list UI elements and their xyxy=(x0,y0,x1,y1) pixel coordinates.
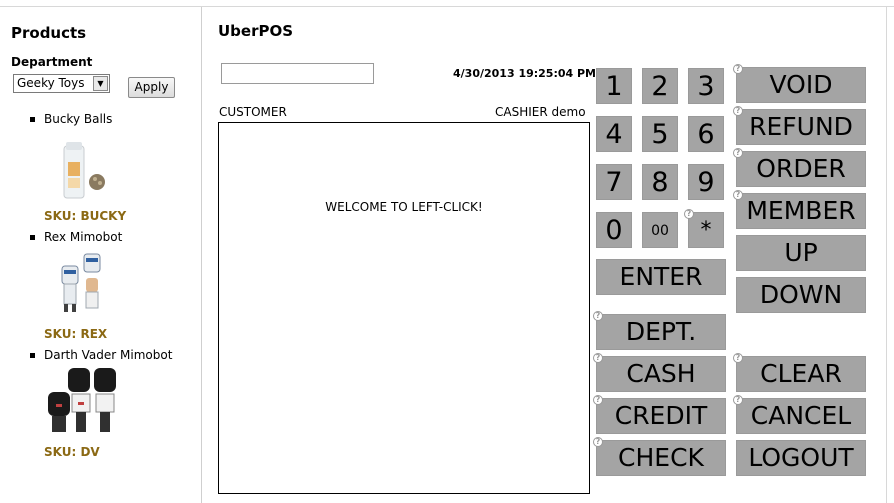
customer-label: CUSTOMER xyxy=(219,105,287,119)
help-icon[interactable]: ? xyxy=(593,311,603,321)
apply-button[interactable]: Apply xyxy=(128,77,175,98)
help-icon[interactable]: ? xyxy=(733,190,743,200)
products-title: Products xyxy=(11,24,87,42)
logout-button[interactable]: LOGOUT xyxy=(736,440,866,476)
welcome-message: WELCOME TO LEFT-CLICK! xyxy=(325,200,483,214)
receipt-display: WELCOME TO LEFT-CLICK! xyxy=(218,122,590,494)
key-1[interactable]: 1 xyxy=(596,68,632,104)
key-4[interactable]: 4 xyxy=(596,116,632,152)
list-bullet xyxy=(30,117,35,122)
help-icon[interactable]: ? xyxy=(593,395,603,405)
clear-button[interactable]: CLEAR xyxy=(736,356,866,392)
check-button[interactable]: CHECK xyxy=(596,440,726,476)
help-icon[interactable]: ? xyxy=(593,437,603,447)
datetime: 4/30/2013 19:25:04 PM xyxy=(453,67,596,80)
rex-mimobot-image[interactable] xyxy=(58,250,106,320)
department-label: Department xyxy=(11,55,93,69)
key-00[interactable]: 00 xyxy=(642,212,678,248)
product-name-rex[interactable]: Rex Mimobot xyxy=(44,230,122,244)
chevron-down-icon[interactable]: ▼ xyxy=(93,76,108,91)
department-select[interactable]: Geeky Toys ▼ xyxy=(13,74,110,93)
help-icon[interactable]: ? xyxy=(684,209,694,219)
key-8[interactable]: 8 xyxy=(642,164,678,200)
help-icon[interactable]: ? xyxy=(733,64,743,74)
product-sku-bucky: SKU: BUCKY xyxy=(44,209,127,223)
key-7[interactable]: 7 xyxy=(596,164,632,200)
up-button[interactable]: UP xyxy=(736,235,866,271)
product-name-bucky[interactable]: Bucky Balls xyxy=(44,112,112,126)
right-border xyxy=(886,7,887,503)
help-icon[interactable]: ? xyxy=(733,106,743,116)
order-button[interactable]: ORDER xyxy=(736,151,866,187)
enter-button[interactable]: ENTER xyxy=(596,259,726,295)
cashier-label: CASHIER demo xyxy=(495,105,586,119)
product-sku-dv: SKU: DV xyxy=(44,445,100,459)
refund-button[interactable]: REFUND xyxy=(736,109,866,145)
dept-button[interactable]: DEPT. xyxy=(596,314,726,350)
bucky-balls-image[interactable] xyxy=(52,138,112,204)
department-select-value: Geeky Toys xyxy=(17,76,85,90)
help-icon[interactable]: ? xyxy=(593,353,603,363)
list-bullet xyxy=(30,353,35,358)
darth-vader-mimobot-image[interactable] xyxy=(46,366,118,438)
barcode-input[interactable] xyxy=(221,63,374,84)
list-bullet xyxy=(30,235,35,240)
key-6[interactable]: 6 xyxy=(688,116,724,152)
help-icon[interactable]: ? xyxy=(733,395,743,405)
key-2[interactable]: 2 xyxy=(642,68,678,104)
product-sku-rex: SKU: REX xyxy=(44,327,108,341)
cancel-button[interactable]: CANCEL xyxy=(736,398,866,434)
member-button[interactable]: MEMBER xyxy=(736,193,866,229)
app-title: UberPOS xyxy=(218,22,294,40)
void-button[interactable]: VOID xyxy=(736,67,866,103)
key-3[interactable]: 3 xyxy=(688,68,724,104)
key-star[interactable]: * xyxy=(688,212,724,248)
key-0[interactable]: 0 xyxy=(596,212,632,248)
key-5[interactable]: 5 xyxy=(642,116,678,152)
product-name-dv[interactable]: Darth Vader Mimobot xyxy=(44,348,172,362)
key-9[interactable]: 9 xyxy=(688,164,724,200)
credit-button[interactable]: CREDIT xyxy=(596,398,726,434)
help-icon[interactable]: ? xyxy=(733,148,743,158)
cash-button[interactable]: CASH xyxy=(596,356,726,392)
help-icon[interactable]: ? xyxy=(733,353,743,363)
down-button[interactable]: DOWN xyxy=(736,277,866,313)
